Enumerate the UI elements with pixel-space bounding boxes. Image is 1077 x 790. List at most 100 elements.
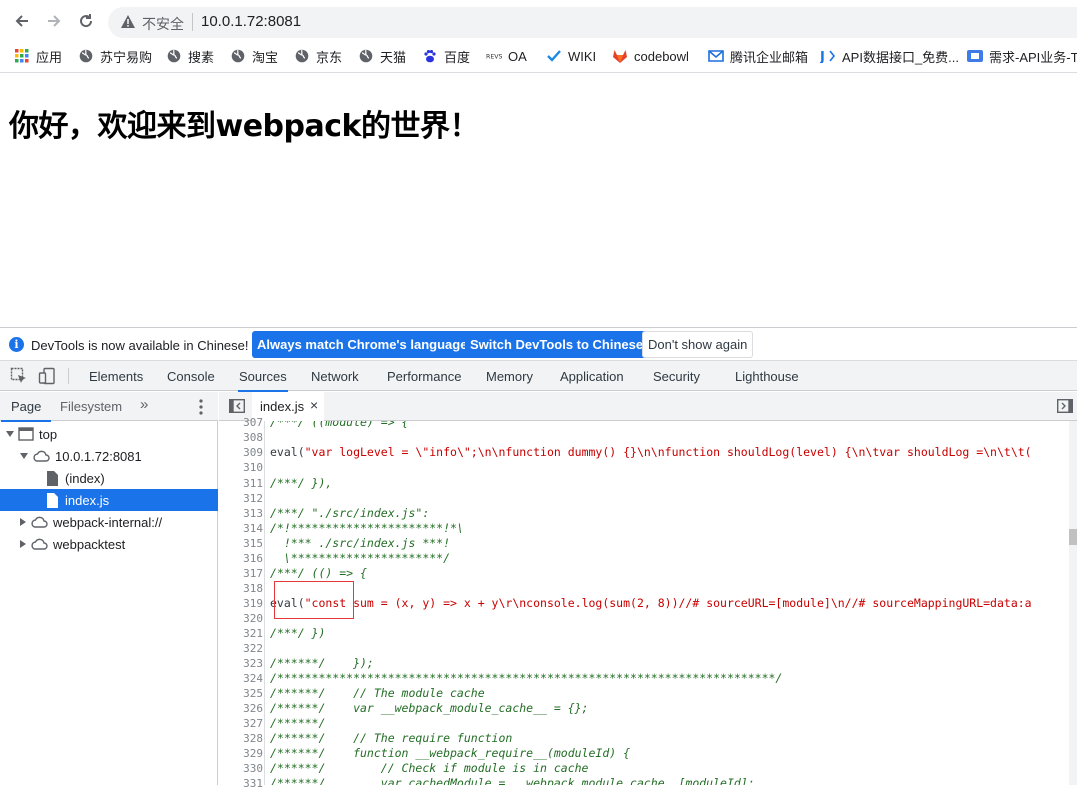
check-logo-icon: [546, 48, 562, 64]
bookmark-item[interactable]: 苏宁易购: [78, 47, 152, 65]
bookmark-item[interactable]: 需求-API业务-T...: [967, 47, 1077, 65]
globe-icon: [294, 48, 310, 64]
device-toolbar-icon[interactable]: [38, 367, 56, 388]
inspect-element-icon[interactable]: [10, 367, 28, 388]
bookmark-item[interactable]: J API数据接口_免费...: [820, 47, 959, 65]
tree-item-top[interactable]: top: [0, 423, 218, 445]
devtools-tab-lighthouse[interactable]: Lighthouse: [735, 369, 799, 384]
bookmark-item[interactable]: 天猫: [358, 47, 406, 65]
omnibox[interactable]: 不安全 10.0.1.72:8081: [108, 7, 1077, 38]
bookmark-label: 京东: [316, 49, 343, 65]
tab-filesystem[interactable]: Filesystem: [60, 399, 122, 414]
code-line[interactable]: !*** ./src/index.js ***!: [270, 536, 450, 550]
bookmark-label: API数据接口_免费...: [842, 49, 960, 65]
code-line[interactable]: /***/ }): [270, 626, 325, 640]
code-line[interactable]: /***/ "./src/index.js":: [270, 506, 429, 520]
bookmark-item[interactable]: REVS OA: [486, 47, 527, 65]
always-match-language-button[interactable]: Always match Chrome's language: [252, 331, 473, 358]
expand-triangle-icon: [20, 453, 28, 459]
bookmark-item[interactable]: 百度: [422, 47, 470, 65]
collapsed-triangle-icon: [20, 540, 26, 548]
bookmark-label: WIKI: [568, 48, 597, 64]
code-line[interactable]: /******/ });: [270, 656, 374, 670]
security-label[interactable]: 不安全: [142, 14, 184, 34]
tree-item-index[interactable]: (index): [0, 467, 218, 489]
dont-show-again-button[interactable]: Don't show again: [642, 331, 754, 358]
code-line[interactable]: eval("var logLevel = \"info\";\n\nfuncti…: [270, 445, 1032, 459]
code-line[interactable]: /******/ var __webpack_module_cache__ = …: [270, 701, 589, 715]
page-heading: 你好，欢迎来到webpack的世界！: [9, 109, 480, 144]
file-tab-label: index.js: [260, 399, 305, 414]
code-line[interactable]: /***/ (() => {: [270, 566, 367, 580]
bookmark-item[interactable]: 应用: [14, 47, 62, 65]
code-line[interactable]: eval("const sum = (x, y) => x + y\r\ncon…: [270, 596, 1032, 610]
code-line[interactable]: /******/ // The require function: [270, 731, 512, 745]
info-icon: i: [9, 337, 24, 352]
tapd-logo-icon: [967, 48, 983, 64]
cloud-icon: [30, 538, 48, 550]
tree-label: (index): [65, 470, 105, 486]
devtools-tab-network[interactable]: Network: [311, 369, 359, 384]
code-line[interactable]: \**********************/: [270, 551, 450, 565]
toggle-debugger-icon[interactable]: [1056, 398, 1074, 416]
globe-icon: [166, 48, 182, 64]
scrollbar-thumb[interactable]: [1069, 529, 1077, 545]
page-viewport: 你好，欢迎来到webpack的世界！: [0, 72, 1077, 327]
code-line[interactable]: /******/: [270, 716, 325, 730]
devtools-tab-console[interactable]: Console: [167, 369, 215, 384]
forward-arrow-icon: [48, 15, 61, 27]
code-line[interactable]: /***/ ((module) => {: [270, 421, 408, 429]
forward-button[interactable]: [42, 9, 66, 33]
apps-grid-icon: [14, 48, 30, 64]
code-line[interactable]: /***************************************…: [270, 671, 782, 685]
bookmark-item[interactable]: 淘宝: [230, 47, 278, 65]
editor-tabbar: index.js ×: [219, 392, 1077, 421]
tree-item-indexjs[interactable]: index.js: [0, 489, 218, 511]
code-line[interactable]: /******/ var cachedModule = __webpack_mo…: [270, 776, 755, 785]
highlight-annotation-box: [274, 581, 354, 619]
devtools-tab-sources[interactable]: Sources: [238, 369, 288, 392]
toggle-navigator-icon[interactable]: [228, 398, 246, 416]
back-button[interactable]: [10, 9, 34, 33]
tree-item-webpacktest[interactable]: webpacktest: [0, 533, 218, 555]
tree-item-host[interactable]: 10.0.1.72:8081: [0, 445, 218, 467]
bookmark-label: 应用: [36, 49, 63, 65]
frame-icon: [18, 427, 34, 441]
more-tabs-icon[interactable]: »: [140, 396, 148, 413]
tree-label: webpack-internal://: [53, 514, 163, 530]
devtools-tab-application[interactable]: Application: [560, 369, 624, 384]
svg-text:REVS: REVS: [486, 54, 502, 61]
devtools-tab-elements[interactable]: Elements: [89, 369, 143, 384]
bookmark-item[interactable]: 腾讯企业邮箱: [708, 47, 808, 65]
bookmark-label: 百度: [444, 49, 471, 65]
cloud-icon: [32, 450, 50, 462]
bookmark-item[interactable]: 搜素: [166, 47, 214, 65]
bookmark-item[interactable]: 京东: [294, 47, 342, 65]
back-arrow-icon: [15, 15, 28, 27]
reload-button[interactable]: [74, 9, 98, 33]
bookmark-label: 腾讯企业邮箱: [730, 49, 809, 65]
tab-page[interactable]: Page: [0, 399, 52, 422]
devtools-tab-memory[interactable]: Memory: [486, 369, 533, 384]
globe-icon: [78, 48, 94, 64]
tree-item-webpack-internal[interactable]: webpack-internal://: [0, 511, 218, 533]
close-tab-icon[interactable]: ×: [310, 397, 318, 413]
collapsed-triangle-icon: [20, 518, 26, 526]
code-line[interactable]: /******/ function __webpack_require__(mo…: [270, 746, 630, 760]
code-line[interactable]: /***/ }),: [270, 476, 332, 490]
oa-logo-icon: REVS: [486, 48, 502, 64]
vertical-scrollbar[interactable]: [1069, 421, 1077, 785]
bookmark-item[interactable]: WIKI: [546, 47, 596, 65]
code-line[interactable]: /******/ // The module cache: [270, 686, 485, 700]
code-line[interactable]: /*!**********************!*\: [270, 521, 464, 535]
devtools-tab-security[interactable]: Security: [653, 369, 700, 384]
switch-to-chinese-button[interactable]: Switch DevTools to Chinese: [465, 331, 649, 358]
code-line[interactable]: /******/ // Check if module is in cache: [270, 761, 589, 775]
url-text[interactable]: 10.0.1.72:8081: [201, 13, 301, 30]
bookmarks-bar: 应用 苏宁易购 搜素 淘宝 京东 天猫 百度 REVS OA WIKI codebowl 腾讯企业邮箱…: [0, 42, 1077, 70]
warning-triangle-icon: [121, 15, 135, 28]
bookmark-item[interactable]: codebowl: [612, 47, 689, 65]
devtools-tabbar: Elements Console Sources Network Performance…: [0, 361, 1077, 392]
kebab-menu-icon[interactable]: [199, 399, 203, 418]
devtools-tab-performance[interactable]: Performance: [387, 369, 461, 384]
